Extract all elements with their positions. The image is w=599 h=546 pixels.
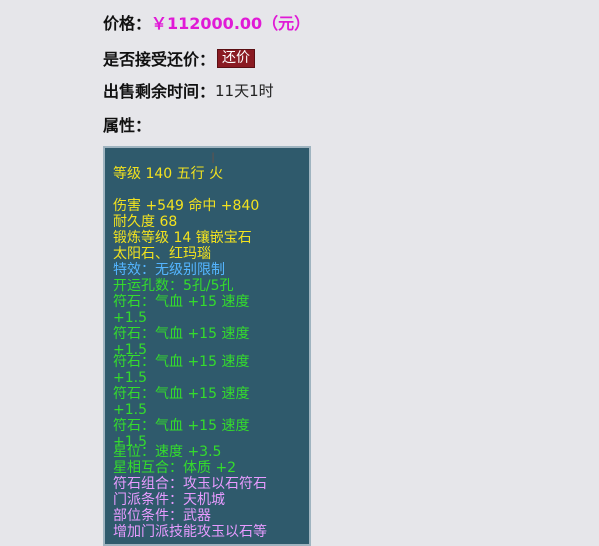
price-value: ￥112000.00（元） (151, 14, 311, 33)
attribute-line: 特效：无级别限制 (113, 262, 225, 278)
attribute-line: +1.5 (113, 310, 147, 326)
attribute-line: 符石：气血 +15 速度 (113, 418, 250, 434)
attribute-line: 星位：速度 +3.5 (113, 444, 222, 460)
attribute-line: 等级 140 五行 火 (113, 166, 224, 182)
remaining-row: 出售剩余时间： 11天1时 (103, 78, 274, 102)
attribute-line: 符石：气血 +15 速度 (113, 354, 250, 370)
attribute-line: 符石：气血 +15 速度 (113, 326, 250, 342)
remaining-value: 11天1时 (215, 81, 274, 100)
attribute-line: 开运孔数：5孔/5孔 (113, 278, 234, 294)
bargain-label: 是否接受还价： (103, 50, 216, 69)
attribute-line: +1.5 (113, 370, 147, 386)
attribute-line: 增加门派技能攻玉以石等 (113, 524, 267, 540)
attribute-line: 符石：气血 +15 速度 (113, 294, 250, 310)
bargain-button[interactable]: 还价 (217, 48, 256, 68)
item-attributes-panel: 等级 140 五行 火伤害 +549 命中 +840 耐久度 68 锻炼等级 14 … (103, 146, 311, 546)
attribute-line: 太阳石、红玛瑙 (113, 246, 211, 262)
attribute-line: +1.5 (113, 402, 147, 418)
attribute-line: 符石：气血 +15 速度 (113, 386, 250, 402)
attributes-label: 属性： (103, 116, 152, 135)
attribute-line: 锻炼等级 14 镶嵌宝石 (113, 230, 252, 246)
text-cursor-icon: I (211, 151, 216, 167)
attribute-line: 符石组合：攻玉以石符石 (113, 476, 267, 492)
price-label: 价格： (103, 14, 152, 33)
attribute-line: 部位条件：武器 (113, 508, 211, 524)
attribute-line: 门派条件：天机城 (113, 492, 225, 508)
price-row: 价格： ￥112000.00（元） (103, 10, 310, 34)
attributes-row: 属性： (103, 112, 151, 136)
attribute-line: 伤害 +549 命中 +840 (113, 198, 260, 214)
attribute-line: 耐久度 68 (113, 214, 178, 230)
attribute-line: 星相互合：体质 +2 (113, 460, 237, 476)
remaining-label: 出售剩余时间： (103, 82, 216, 101)
bargain-row: 是否接受还价： 还价 (103, 46, 256, 70)
